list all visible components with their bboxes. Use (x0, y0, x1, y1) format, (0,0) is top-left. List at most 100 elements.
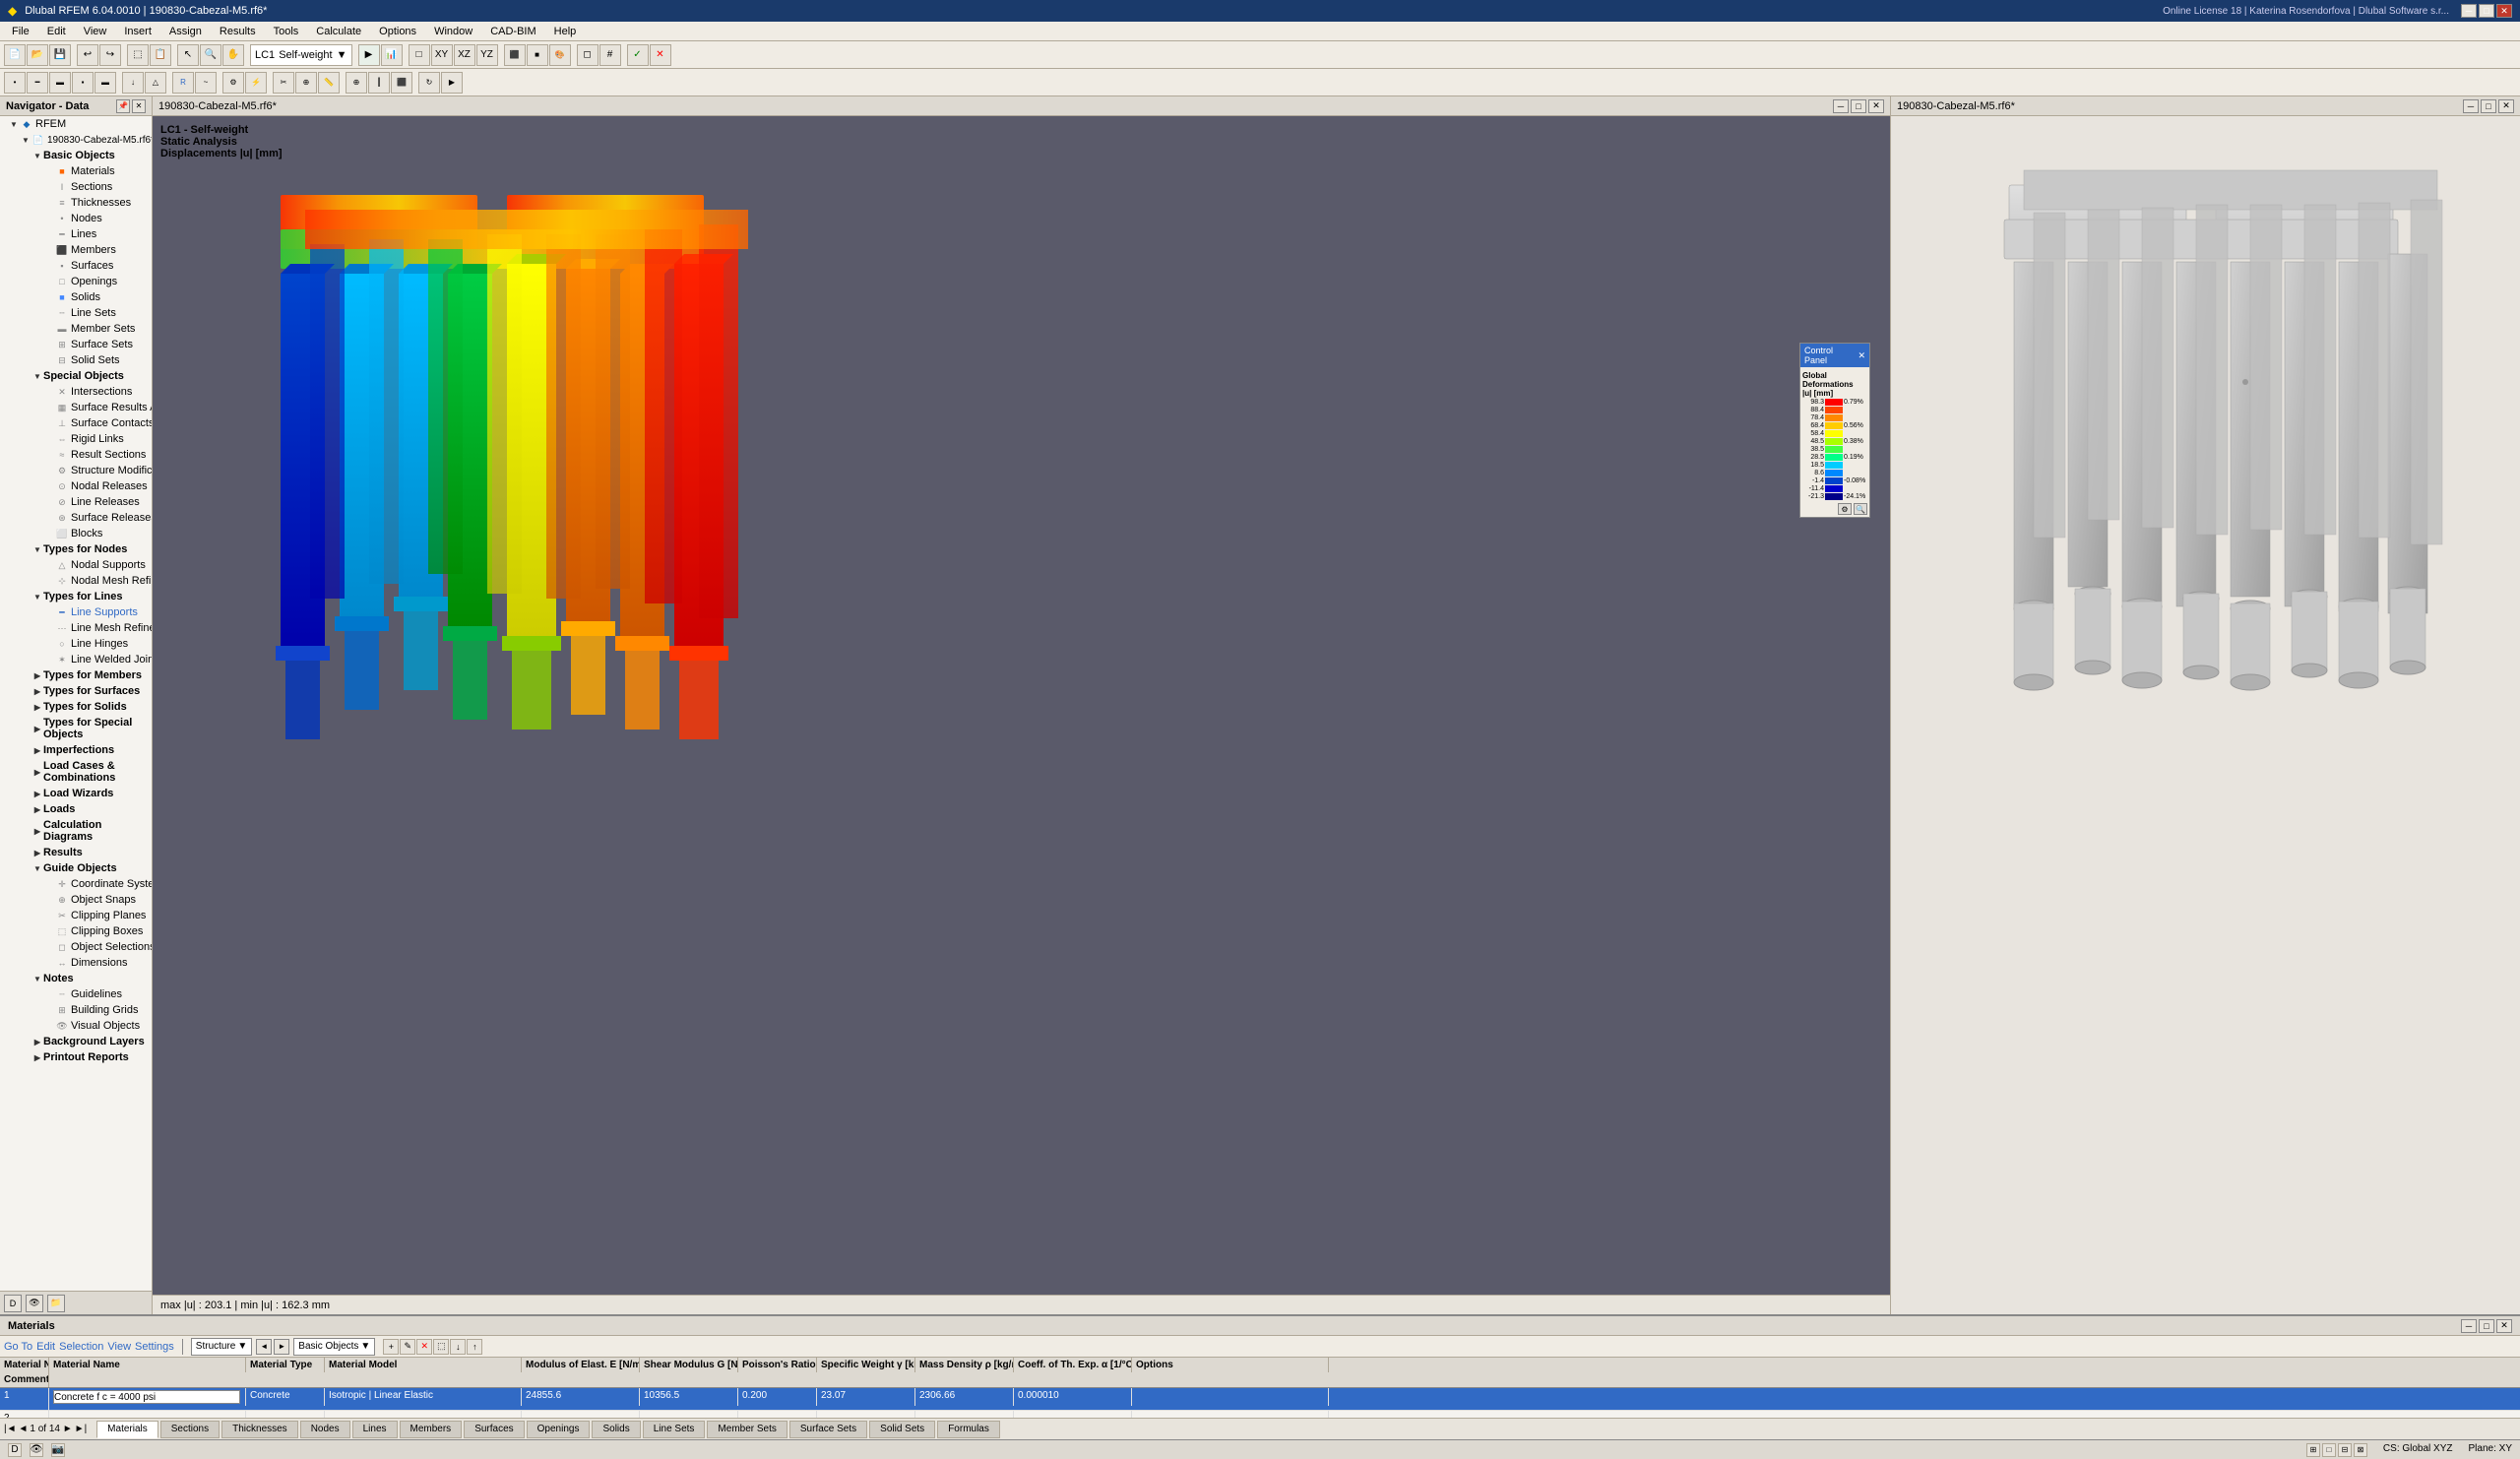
section-check-button[interactable]: ◻ (577, 44, 598, 66)
tree-rigid-links[interactable]: ⇔ Rigid Links (0, 431, 152, 447)
materials-maximize-button[interactable]: □ (2479, 1319, 2494, 1333)
tree-results[interactable]: ▶ Results (0, 845, 152, 860)
tab-surface-sets[interactable]: Surface Sets (789, 1421, 867, 1438)
tree-imperfections[interactable]: ▶ Imperfections (0, 742, 152, 758)
tree-materials[interactable]: ■ Materials (0, 163, 152, 179)
tree-line-releases[interactable]: ⊘ Line Releases (0, 494, 152, 510)
render-solid-button[interactable]: ■ (527, 44, 548, 66)
tree-structure-mods[interactable]: ⚙ Structure Modifications (0, 463, 152, 478)
tree-loads[interactable]: ▶ Loads (0, 801, 152, 817)
nav-next-button[interactable]: ► (274, 1339, 289, 1355)
menu-results[interactable]: Results (212, 24, 264, 39)
tree-notes[interactable]: ▼ Notes (0, 971, 152, 986)
filter-button[interactable]: ⚡ (245, 72, 267, 94)
tab-lines[interactable]: Lines (352, 1421, 398, 1438)
navigator-pin-button[interactable]: 📌 (116, 99, 130, 113)
undo-button[interactable]: ↩ (77, 44, 98, 66)
tree-building-grids[interactable]: ⊞ Building Grids (0, 1002, 152, 1018)
viewport-gray-minimize[interactable]: ─ (2463, 99, 2479, 113)
tree-types-solids[interactable]: ▶ Types for Solids (0, 699, 152, 715)
tree-types-members[interactable]: ▶ Types for Members (0, 667, 152, 683)
tree-line-hinges[interactable]: ○ Line Hinges (0, 636, 152, 652)
show-deform-button[interactable]: ~ (195, 72, 217, 94)
tree-object-snaps[interactable]: ⊕ Object Snaps (0, 892, 152, 908)
results-button[interactable]: 📊 (381, 44, 403, 66)
nav-display-button[interactable]: 👁 (26, 1295, 43, 1312)
settings-button[interactable]: ⚙ (222, 72, 244, 94)
tree-rfem-root[interactable]: ▼ ◆ RFEM (0, 116, 152, 132)
tree-background-layers[interactable]: ▶ Background Layers (0, 1034, 152, 1049)
tree-dimensions[interactable]: ↔ Dimensions (0, 955, 152, 971)
tree-clipping-boxes[interactable]: ⬚ Clipping Boxes (0, 923, 152, 939)
menu-cadbim[interactable]: CAD-BIM (482, 24, 543, 39)
menu-calculate[interactable]: Calculate (308, 24, 369, 39)
tree-lines[interactable]: ━ Lines (0, 226, 152, 242)
tab-formulas[interactable]: Formulas (937, 1421, 1000, 1438)
render-color-button[interactable]: 🎨 (549, 44, 571, 66)
nav-prev-page-button[interactable]: ◄ (19, 1424, 29, 1434)
tree-surface-contacts[interactable]: ⊥ Surface Contacts (0, 415, 152, 431)
tree-types-surfaces[interactable]: ▶ Types for Surfaces (0, 683, 152, 699)
add-node-button[interactable]: ⊕ (346, 72, 367, 94)
cp-zoom-button[interactable]: 🔍 (1854, 503, 1867, 515)
new-button[interactable]: 📄 (4, 44, 26, 66)
tree-surfaces[interactable]: ▪ Surfaces (0, 258, 152, 274)
tab-solids[interactable]: Solids (592, 1421, 640, 1438)
tree-surface-sets[interactable]: ⊞ Surface Sets (0, 337, 152, 352)
menu-assign[interactable]: Assign (161, 24, 210, 39)
view-yz-button[interactable]: YZ (476, 44, 498, 66)
status-cam-button[interactable]: 📷 (51, 1443, 65, 1457)
open-button[interactable]: 📂 (27, 44, 48, 66)
table-delete-button[interactable]: ✕ (416, 1339, 432, 1355)
view3d-button[interactable]: □ (409, 44, 430, 66)
tree-calc-diagrams[interactable]: ▶ Calculation Diagrams (0, 817, 152, 845)
status-display-button[interactable]: 👁 (30, 1443, 43, 1457)
selection-link[interactable]: Selection (59, 1341, 103, 1353)
tab-member-sets[interactable]: Member Sets (707, 1421, 787, 1438)
show-solids-button[interactable]: ▬ (94, 72, 116, 94)
menu-help[interactable]: Help (546, 24, 585, 39)
show-members-button[interactable]: ▬ (49, 72, 71, 94)
menu-view[interactable]: View (76, 24, 115, 39)
viewport-close-button[interactable]: ✕ (1868, 99, 1884, 113)
tree-member-sets[interactable]: ▬ Member Sets (0, 321, 152, 337)
render-wire-button[interactable]: ⬛ (504, 44, 526, 66)
tree-basic-objects[interactable]: ▼ Basic Objects (0, 148, 152, 163)
show-supports-button[interactable]: △ (145, 72, 166, 94)
table-import-button[interactable]: ↓ (450, 1339, 466, 1355)
add-line-button[interactable]: ┃ (368, 72, 390, 94)
tree-types-lines[interactable]: ▼ Types for Lines (0, 589, 152, 604)
paste-button[interactable]: 📋 (150, 44, 171, 66)
pan-button[interactable]: ✋ (222, 44, 244, 66)
tree-surface-releases[interactable]: ⊛ Surface Releases (0, 510, 152, 526)
tab-sections[interactable]: Sections (160, 1421, 220, 1438)
settings-link[interactable]: Settings (135, 1341, 174, 1353)
tree-nodes[interactable]: • Nodes (0, 211, 152, 226)
nav-project-button[interactable]: 📁 (47, 1295, 65, 1312)
tree-line-supports[interactable]: ━ Line Supports (0, 604, 152, 620)
filter-dropdown[interactable]: Basic Objects ▼ (293, 1338, 375, 1356)
tree-solids[interactable]: ■ Solids (0, 289, 152, 305)
menu-file[interactable]: File (4, 24, 37, 39)
clipping-button[interactable]: ✂ (273, 72, 294, 94)
view-xz-button[interactable]: XZ (454, 44, 475, 66)
table-add-button[interactable]: + (383, 1339, 399, 1355)
navigator-close-button[interactable]: ✕ (132, 99, 146, 113)
show-surfaces-button[interactable]: ▪ (72, 72, 94, 94)
tree-intersections[interactable]: ✕ Intersections (0, 384, 152, 400)
measure-button[interactable]: 📏 (318, 72, 340, 94)
tree-result-sections[interactable]: ≈ Result Sections (0, 447, 152, 463)
status-icon-1[interactable]: ⊞ (2306, 1443, 2320, 1457)
nav-first-button[interactable]: |◄ (4, 1424, 17, 1434)
material-name-input[interactable] (53, 1390, 240, 1404)
add-surface-button[interactable]: ⬛ (391, 72, 412, 94)
control-panel-close[interactable]: ✕ (1858, 350, 1865, 361)
materials-minimize-button[interactable]: ─ (2461, 1319, 2477, 1333)
tree-clipping-planes[interactable]: ✂ Clipping Planes (0, 908, 152, 923)
edit-link[interactable]: Edit (36, 1341, 55, 1353)
menu-insert[interactable]: Insert (116, 24, 159, 39)
run-button[interactable]: ▶ (358, 44, 380, 66)
tree-line-mesh-ref[interactable]: ⋯ Line Mesh Refinements (0, 620, 152, 636)
tree-special-objects[interactable]: ▼ Special Objects (0, 368, 152, 384)
table-edit-button[interactable]: ✎ (400, 1339, 415, 1355)
